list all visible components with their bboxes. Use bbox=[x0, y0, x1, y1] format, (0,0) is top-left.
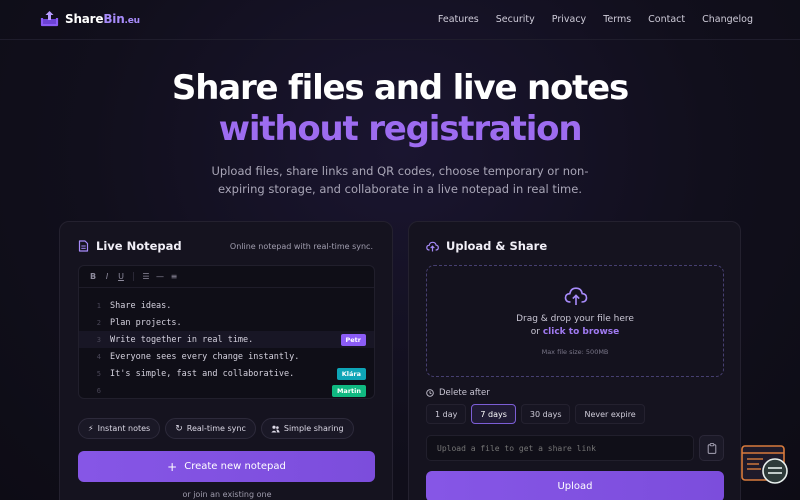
brand-name: ShareBin.eu bbox=[65, 11, 140, 26]
line-number: 5 bbox=[96, 369, 101, 378]
logo-icon bbox=[40, 11, 59, 27]
users-icon bbox=[271, 425, 280, 432]
horizontal-rule-icon[interactable]: — bbox=[156, 272, 164, 281]
editor-line[interactable]: 5 It's simple, fast and collaborative. K… bbox=[79, 365, 374, 382]
line-number: 3 bbox=[96, 335, 101, 344]
duration-7-days[interactable]: 7 days bbox=[471, 404, 516, 424]
line-text: Write together in real time. bbox=[110, 334, 254, 345]
chip-label: Simple sharing bbox=[283, 424, 344, 433]
feature-chips: ⚡ Instant notes ↻ Real-time sync Simple … bbox=[78, 418, 354, 439]
nav-link-features[interactable]: Features bbox=[438, 14, 479, 25]
help-chat-widget[interactable] bbox=[741, 444, 790, 487]
collaborator-cursor-tag: Petr bbox=[340, 334, 366, 346]
numbered-list-icon[interactable]: ≡ bbox=[170, 272, 178, 281]
clipboard-icon bbox=[707, 442, 716, 454]
line-number: 6 bbox=[96, 386, 101, 395]
top-nav: ShareBin.eu Features Security Privacy Te… bbox=[0, 0, 800, 40]
line-number: 1 bbox=[96, 301, 101, 310]
nav-link-privacy[interactable]: Privacy bbox=[552, 14, 586, 25]
editor-line[interactable]: 6 Martin bbox=[79, 382, 374, 398]
line-number: 4 bbox=[96, 352, 101, 361]
nav-link-terms[interactable]: Terms bbox=[603, 14, 631, 25]
cloud-upload-icon bbox=[564, 287, 588, 305]
create-notepad-button[interactable]: + Create new notepad bbox=[78, 451, 375, 482]
notepad-card-title: Live Notepad bbox=[78, 239, 182, 253]
line-text: It's simple, fast and collaborative. bbox=[110, 368, 295, 379]
live-notepad-card: Live Notepad Online notepad with real-ti… bbox=[59, 221, 393, 500]
clock-icon bbox=[426, 389, 434, 397]
chip-label: Instant notes bbox=[97, 424, 151, 433]
chip-simple-sharing[interactable]: Simple sharing bbox=[260, 418, 354, 439]
italic-icon[interactable]: I bbox=[103, 272, 111, 281]
upload-title-text: Upload & Share bbox=[446, 239, 548, 253]
create-notepad-label: Create new notepad bbox=[184, 461, 286, 472]
nav-link-contact[interactable]: Contact bbox=[648, 14, 685, 25]
nav-links: Features Security Privacy Terms Contact … bbox=[438, 14, 753, 25]
line-text: Everyone sees every change instantly. bbox=[110, 351, 300, 362]
hero-title: Share files and live notes bbox=[171, 68, 629, 108]
document-icon bbox=[78, 240, 89, 252]
notepad-editor[interactable]: B I U ☰ — ≡ 1 Share ideas. 2 Plan projec… bbox=[78, 265, 375, 399]
duration-1-day[interactable]: 1 day bbox=[426, 404, 467, 424]
editor-lines: 1 Share ideas. 2 Plan projects. 3 Write … bbox=[79, 297, 374, 398]
notepad-hint: Online notepad with real-time sync. bbox=[229, 242, 373, 251]
browse-link[interactable]: click to browse bbox=[543, 327, 619, 337]
join-existing-link[interactable]: or join an existing one bbox=[60, 490, 394, 499]
line-number: 2 bbox=[96, 318, 101, 327]
copy-link-button[interactable] bbox=[699, 435, 724, 461]
bold-icon[interactable]: B bbox=[89, 272, 97, 281]
upload-card-title: Upload & Share bbox=[426, 239, 547, 253]
duration-options: 1 day 7 days 30 days Never expire bbox=[426, 404, 645, 424]
share-link-field[interactable] bbox=[426, 435, 694, 461]
notepad-title-text: Live Notepad bbox=[96, 239, 182, 253]
sync-icon: ↻ bbox=[175, 423, 183, 434]
upload-share-card: Upload & Share Drag & drop your file her… bbox=[408, 221, 741, 500]
chat-widget-icon bbox=[741, 445, 788, 484]
file-dropzone[interactable]: Drag & drop your file here or click to b… bbox=[426, 265, 724, 377]
brand-logo[interactable]: ShareBin.eu bbox=[40, 10, 140, 27]
chip-real-time-sync[interactable]: ↻ Real-time sync bbox=[165, 418, 256, 439]
cloud-upload-icon bbox=[426, 241, 439, 251]
collaborator-cursor-tag: Klára bbox=[336, 368, 366, 380]
editor-line[interactable]: 1 Share ideas. bbox=[79, 297, 374, 314]
nav-link-changelog[interactable]: Changelog bbox=[702, 14, 753, 25]
lightning-icon: ⚡ bbox=[88, 424, 94, 433]
editor-line[interactable]: 2 Plan projects. bbox=[79, 314, 374, 331]
dropzone-browse-line: or click to browse bbox=[530, 327, 620, 337]
delete-after-label: Delete after bbox=[426, 388, 490, 398]
line-text: Share ideas. bbox=[110, 300, 172, 311]
max-file-size: Max file size: 500MB bbox=[541, 348, 609, 356]
editor-line[interactable]: 4 Everyone sees every change instantly. bbox=[79, 348, 374, 365]
hero-subtitle: Upload files, share links and QR codes, … bbox=[211, 164, 589, 196]
nav-link-security[interactable]: Security bbox=[496, 14, 535, 25]
toolbar-divider bbox=[133, 272, 134, 281]
duration-30-days[interactable]: 30 days bbox=[520, 404, 571, 424]
line-text: Plan projects. bbox=[110, 317, 182, 328]
hero-title-accent: without registration bbox=[218, 109, 583, 149]
chip-instant-notes[interactable]: ⚡ Instant notes bbox=[78, 418, 161, 439]
editor-toolbar: B I U ☰ — ≡ bbox=[79, 266, 374, 288]
dropzone-instruction: Drag & drop your file here bbox=[516, 314, 634, 324]
upload-button[interactable]: Upload bbox=[426, 471, 724, 500]
plus-icon: + bbox=[167, 459, 178, 474]
collaborator-cursor-tag: Martin bbox=[331, 385, 366, 397]
underline-icon[interactable]: U bbox=[117, 272, 125, 281]
bullet-list-icon[interactable]: ☰ bbox=[142, 272, 150, 281]
chip-label: Real-time sync bbox=[186, 424, 246, 433]
editor-line[interactable]: 3 Write together in real time. Petr bbox=[79, 331, 374, 348]
duration-never-expire[interactable]: Never expire bbox=[575, 404, 645, 424]
